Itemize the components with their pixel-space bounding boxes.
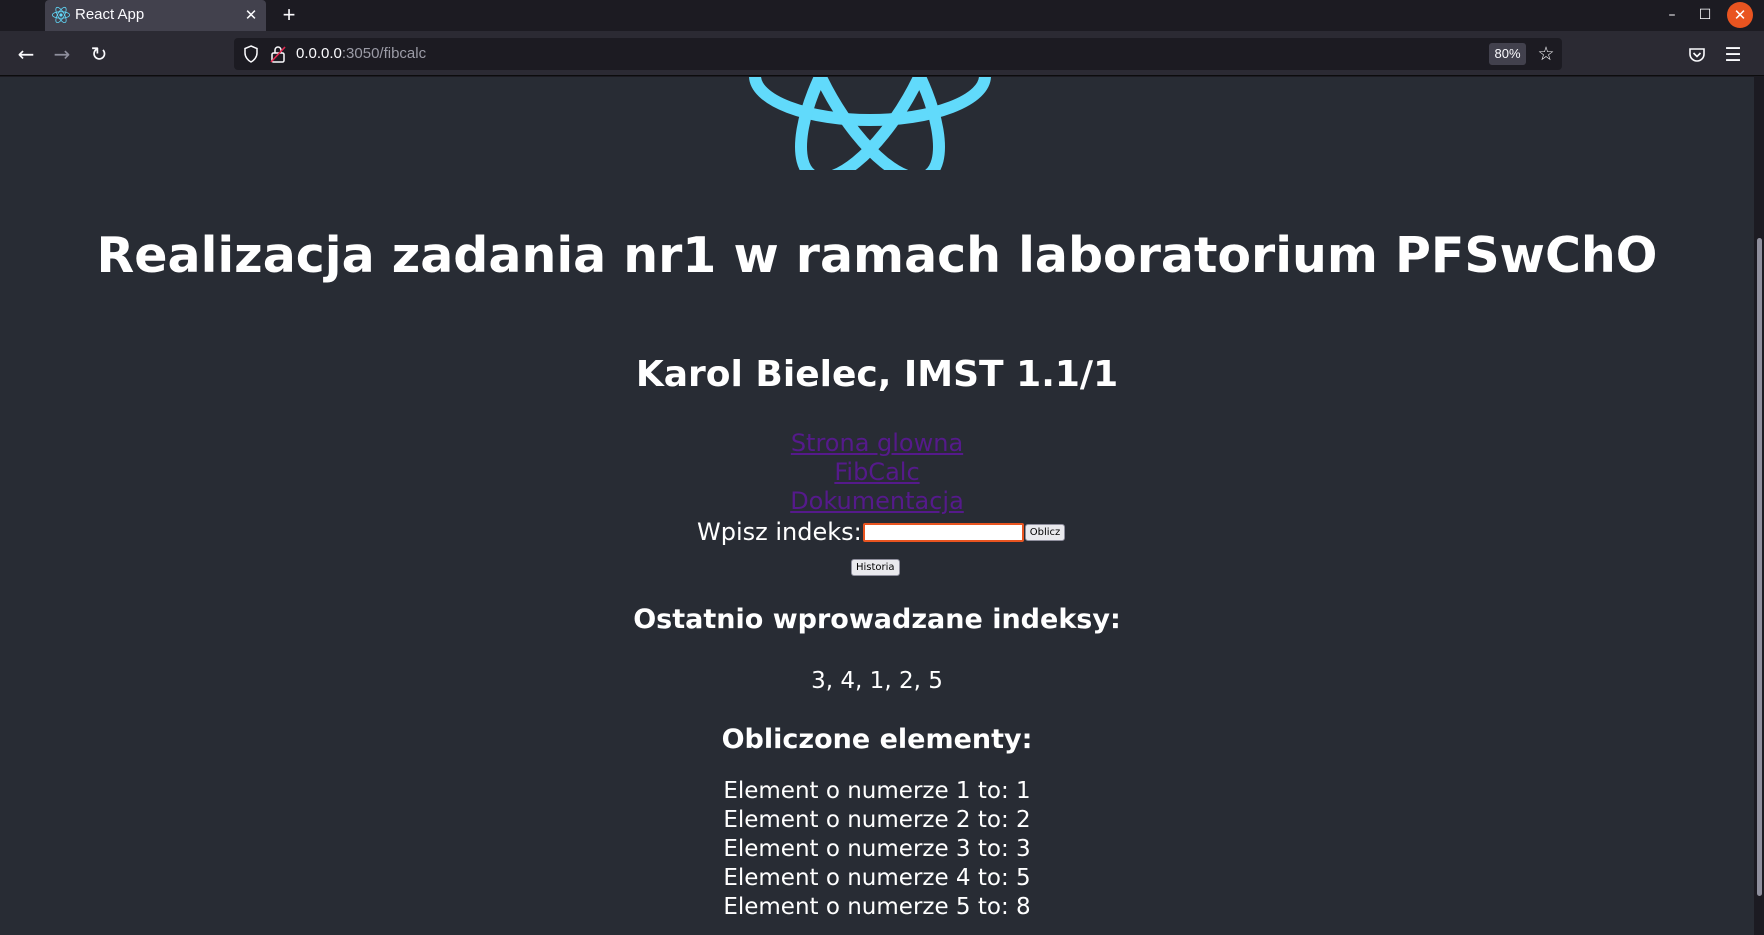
computed-elements-list: Element o numerze 1 to: 1 Element o nume… xyxy=(0,777,1754,922)
pocket-icon[interactable] xyxy=(1686,44,1708,66)
tab-title: React App xyxy=(75,6,145,23)
url-text[interactable]: 0.0.0.0:3050/fibcalc xyxy=(296,45,426,62)
calculate-button[interactable]: Oblicz xyxy=(1024,523,1066,541)
index-form: Wpisz indeks: Oblicz xyxy=(697,517,1066,547)
list-item: Element o numerze 2 to: 2 xyxy=(723,807,1031,833)
url-bar[interactable]: 0.0.0.0:3050/fibcalc 80% ☆ xyxy=(234,38,1562,70)
page-title: Realizacja zadania nr1 w ramach laborato… xyxy=(96,227,1658,284)
page-nav-links: Strona glowna FibCalc Dokumentacja xyxy=(0,429,1754,516)
shield-icon[interactable] xyxy=(243,45,259,63)
scrollbar[interactable] xyxy=(1754,77,1764,935)
zoom-level-badge[interactable]: 80% xyxy=(1489,43,1526,65)
tab-strip: React App ✕ + – ☐ ✕ xyxy=(0,0,1764,31)
menu-icon[interactable]: ☰ xyxy=(1721,44,1745,66)
lock-icon[interactable] xyxy=(270,45,286,63)
page-viewport: Realizacja zadania nr1 w ramach laborato… xyxy=(0,77,1754,935)
list-item: Element o numerze 5 to: 8 xyxy=(723,894,1031,920)
link-home[interactable]: Strona glowna xyxy=(0,429,1754,458)
scrollbar-thumb[interactable] xyxy=(1757,238,1762,896)
recent-indexes-heading: Ostatnio wprowadzane indeksy: xyxy=(633,604,1121,635)
window-close-icon[interactable]: ✕ xyxy=(1727,2,1753,28)
index-label: Wpisz indeks: xyxy=(697,518,862,546)
index-input[interactable] xyxy=(862,522,1024,542)
plus-icon[interactable]: + xyxy=(277,3,301,27)
maximize-icon[interactable]: ☐ xyxy=(1692,3,1718,27)
recent-indexes-list: 3, 4, 1, 2, 5 xyxy=(811,668,943,694)
react-logo-icon xyxy=(52,6,70,23)
back-icon[interactable]: ← xyxy=(12,41,40,67)
forward-icon[interactable]: → xyxy=(48,41,76,67)
page-subtitle: Karol Bielec, IMST 1.1/1 xyxy=(635,354,1119,395)
minimize-icon[interactable]: – xyxy=(1659,3,1685,27)
reload-icon[interactable]: ↻ xyxy=(85,41,113,67)
star-icon[interactable]: ☆ xyxy=(1534,42,1558,66)
close-icon[interactable]: ✕ xyxy=(242,5,260,25)
react-logo-icon xyxy=(749,77,991,170)
browser-tab[interactable]: React App ✕ xyxy=(45,0,266,31)
list-item: Element o numerze 1 to: 1 xyxy=(723,778,1031,804)
list-item: Element o numerze 3 to: 3 xyxy=(723,836,1031,862)
list-item: Element o numerze 4 to: 5 xyxy=(723,865,1031,891)
history-button[interactable]: Historia xyxy=(851,559,900,576)
link-fibcalc[interactable]: FibCalc xyxy=(0,458,1754,487)
computed-elements-heading: Obliczone elementy: xyxy=(721,724,1033,755)
link-documentation[interactable]: Dokumentacja xyxy=(0,487,1754,516)
